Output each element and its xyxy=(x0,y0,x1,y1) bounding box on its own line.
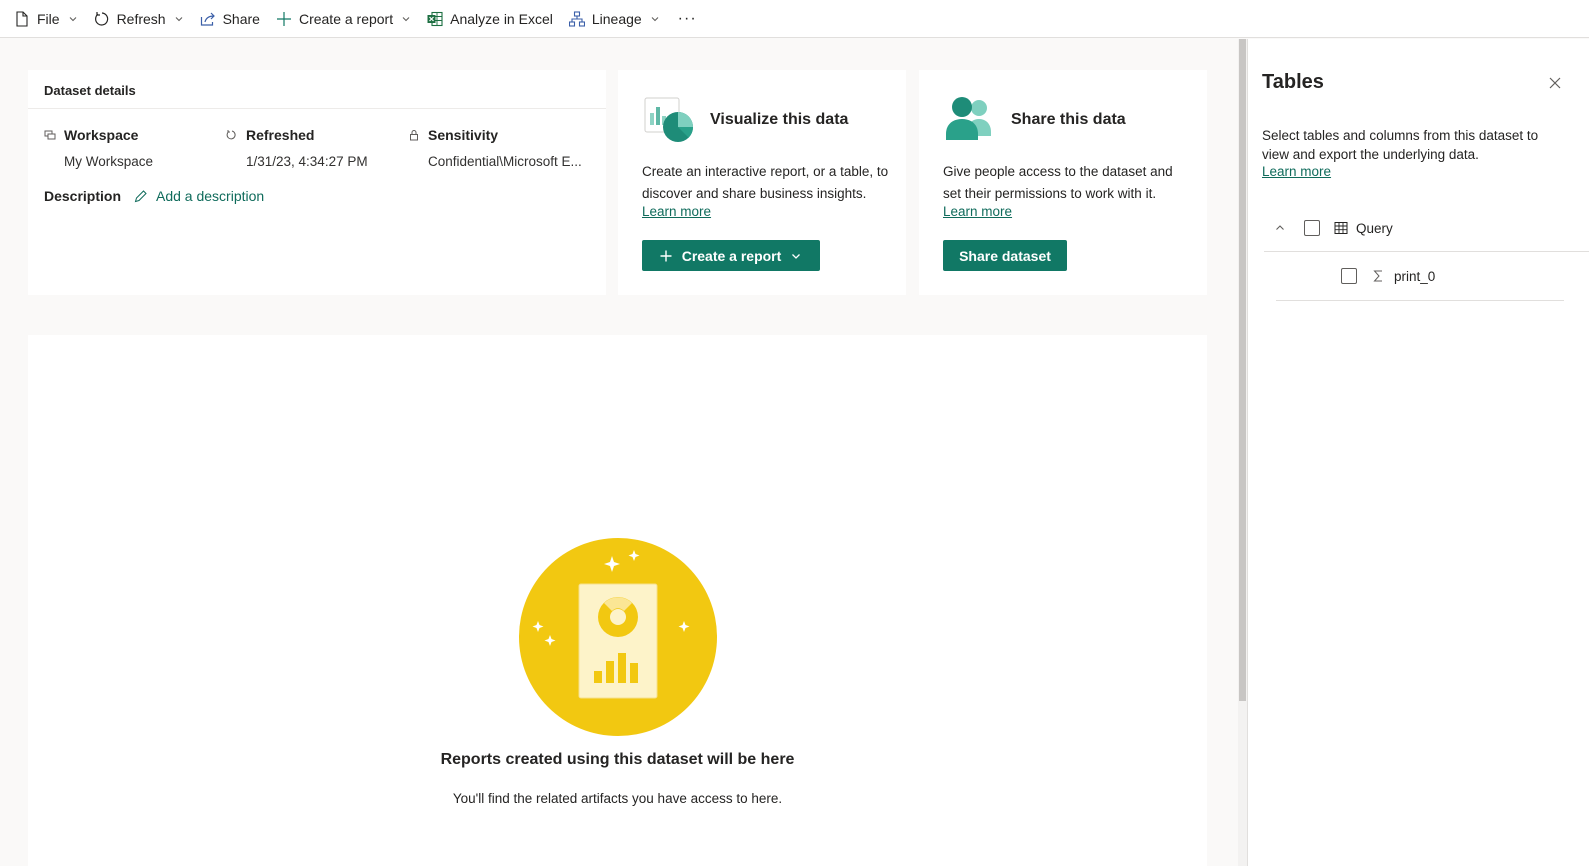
lineage-menu-button[interactable]: Lineage xyxy=(561,0,668,38)
divider xyxy=(28,108,606,109)
sensitivity-heading: Sensitivity xyxy=(408,127,498,143)
chevron-down-icon xyxy=(401,14,411,24)
share-description: Give people access to the dataset and se… xyxy=(943,164,1173,201)
plus-icon xyxy=(276,11,292,27)
visualize-learn-more-link[interactable]: Learn more xyxy=(642,204,711,219)
close-icon[interactable] xyxy=(1548,76,1562,90)
description-label: Description xyxy=(44,188,122,204)
analyze-in-excel-button[interactable]: Analyze in Excel xyxy=(419,0,561,38)
reports-empty-illustration xyxy=(518,537,718,737)
workspace-label: Workspace xyxy=(64,127,139,143)
more-options-button[interactable]: ··· xyxy=(668,0,707,38)
tables-panel-description: Select tables and columns from this data… xyxy=(1262,128,1539,162)
file-menu-label: File xyxy=(37,10,60,27)
reports-empty-subtitle: You'll find the related artifacts you ha… xyxy=(452,791,783,806)
share-people-illustration xyxy=(943,94,997,148)
refresh-icon xyxy=(226,129,238,141)
tables-panel-title: Tables xyxy=(1262,71,1324,93)
add-description-label: Add a description xyxy=(156,188,265,204)
share-label: Share xyxy=(222,10,260,27)
dataset-details-card: Dataset details Workspace My Workspace R… xyxy=(28,70,606,295)
related-reports-section: Reports created using this dataset will … xyxy=(28,335,1207,866)
workspace-value: My Workspace xyxy=(64,154,154,169)
workspace-icon xyxy=(44,129,56,141)
refreshed-heading: Refreshed xyxy=(226,127,314,143)
main-scrollbar-thumb[interactable] xyxy=(1239,39,1246,701)
divider xyxy=(1276,300,1564,301)
share-card: Share this data Give people access to th… xyxy=(919,70,1207,295)
column-name-print-0: print_0 xyxy=(1394,268,1436,284)
chevron-down-icon xyxy=(650,14,660,24)
visualize-illustration xyxy=(642,94,696,148)
create-report-label: Create a report xyxy=(298,10,394,27)
share-dataset-button-label: Share dataset xyxy=(959,247,1051,264)
plus-icon xyxy=(660,250,672,262)
create-report-button[interactable]: Create a report xyxy=(642,240,820,271)
file-icon xyxy=(14,10,30,27)
chevron-down-icon xyxy=(174,14,184,24)
analyze-in-excel-label: Analyze in Excel xyxy=(450,10,553,27)
details-title: Dataset details xyxy=(44,83,136,98)
lineage-icon xyxy=(568,10,585,27)
refresh-icon xyxy=(94,11,110,27)
column-checkbox-print-0[interactable] xyxy=(1341,268,1357,284)
pencil-icon xyxy=(134,189,147,203)
share-learn-more-link[interactable]: Learn more xyxy=(943,204,1012,219)
table-row-query[interactable]: Query xyxy=(1274,220,1393,236)
lock-icon xyxy=(408,129,420,141)
visualize-title: Visualize this data xyxy=(710,111,849,128)
workspace-heading: Workspace xyxy=(44,127,138,143)
refresh-menu-label: Refresh xyxy=(116,10,166,27)
more-icon: ··· xyxy=(677,9,697,27)
sensitivity-label: Sensitivity xyxy=(428,127,499,143)
excel-icon xyxy=(427,11,443,27)
sensitivity-value: Confidential\Microsoft E... xyxy=(428,154,582,169)
create-report-button-label: Create a report xyxy=(681,247,782,264)
chevron-down-icon xyxy=(68,14,78,24)
create-report-menu-button[interactable]: Create a report xyxy=(268,0,419,38)
share-button[interactable]: Share xyxy=(192,0,268,38)
share-title: Share this data xyxy=(1011,111,1126,128)
tables-learn-more-link[interactable]: Learn more xyxy=(1262,164,1331,179)
visualize-description: Create an interactive report, or a table… xyxy=(642,164,889,201)
share-icon xyxy=(200,11,216,27)
share-dataset-button[interactable]: Share dataset xyxy=(943,240,1067,271)
table-checkbox-query[interactable] xyxy=(1304,220,1320,236)
reports-empty-title: Reports created using this dataset will … xyxy=(440,751,795,768)
visualize-card: Visualize this data Create an interactiv… xyxy=(618,70,906,295)
lineage-label: Lineage xyxy=(591,10,642,27)
tables-panel: Tables Select tables and columns from th… xyxy=(1247,39,1589,866)
file-menu-button[interactable]: File xyxy=(6,0,86,38)
command-bar: File Refresh Share Create a report Analy… xyxy=(0,0,1589,38)
chevron-up-icon[interactable] xyxy=(1274,222,1286,234)
table-icon xyxy=(1334,221,1348,235)
refreshed-value: 1/31/23, 4:34:27 PM xyxy=(246,154,368,169)
add-description-link[interactable]: Add a description xyxy=(134,188,264,204)
refreshed-label: Refreshed xyxy=(246,127,315,143)
divider xyxy=(1264,251,1589,252)
sigma-icon xyxy=(1373,269,1383,283)
table-name-query: Query xyxy=(1356,220,1393,236)
chevron-down-icon xyxy=(790,250,802,262)
column-row-print-0[interactable]: print_0 xyxy=(1341,268,1435,284)
main-content: Dataset details Workspace My Workspace R… xyxy=(0,39,1238,866)
refresh-menu-button[interactable]: Refresh xyxy=(86,0,192,38)
